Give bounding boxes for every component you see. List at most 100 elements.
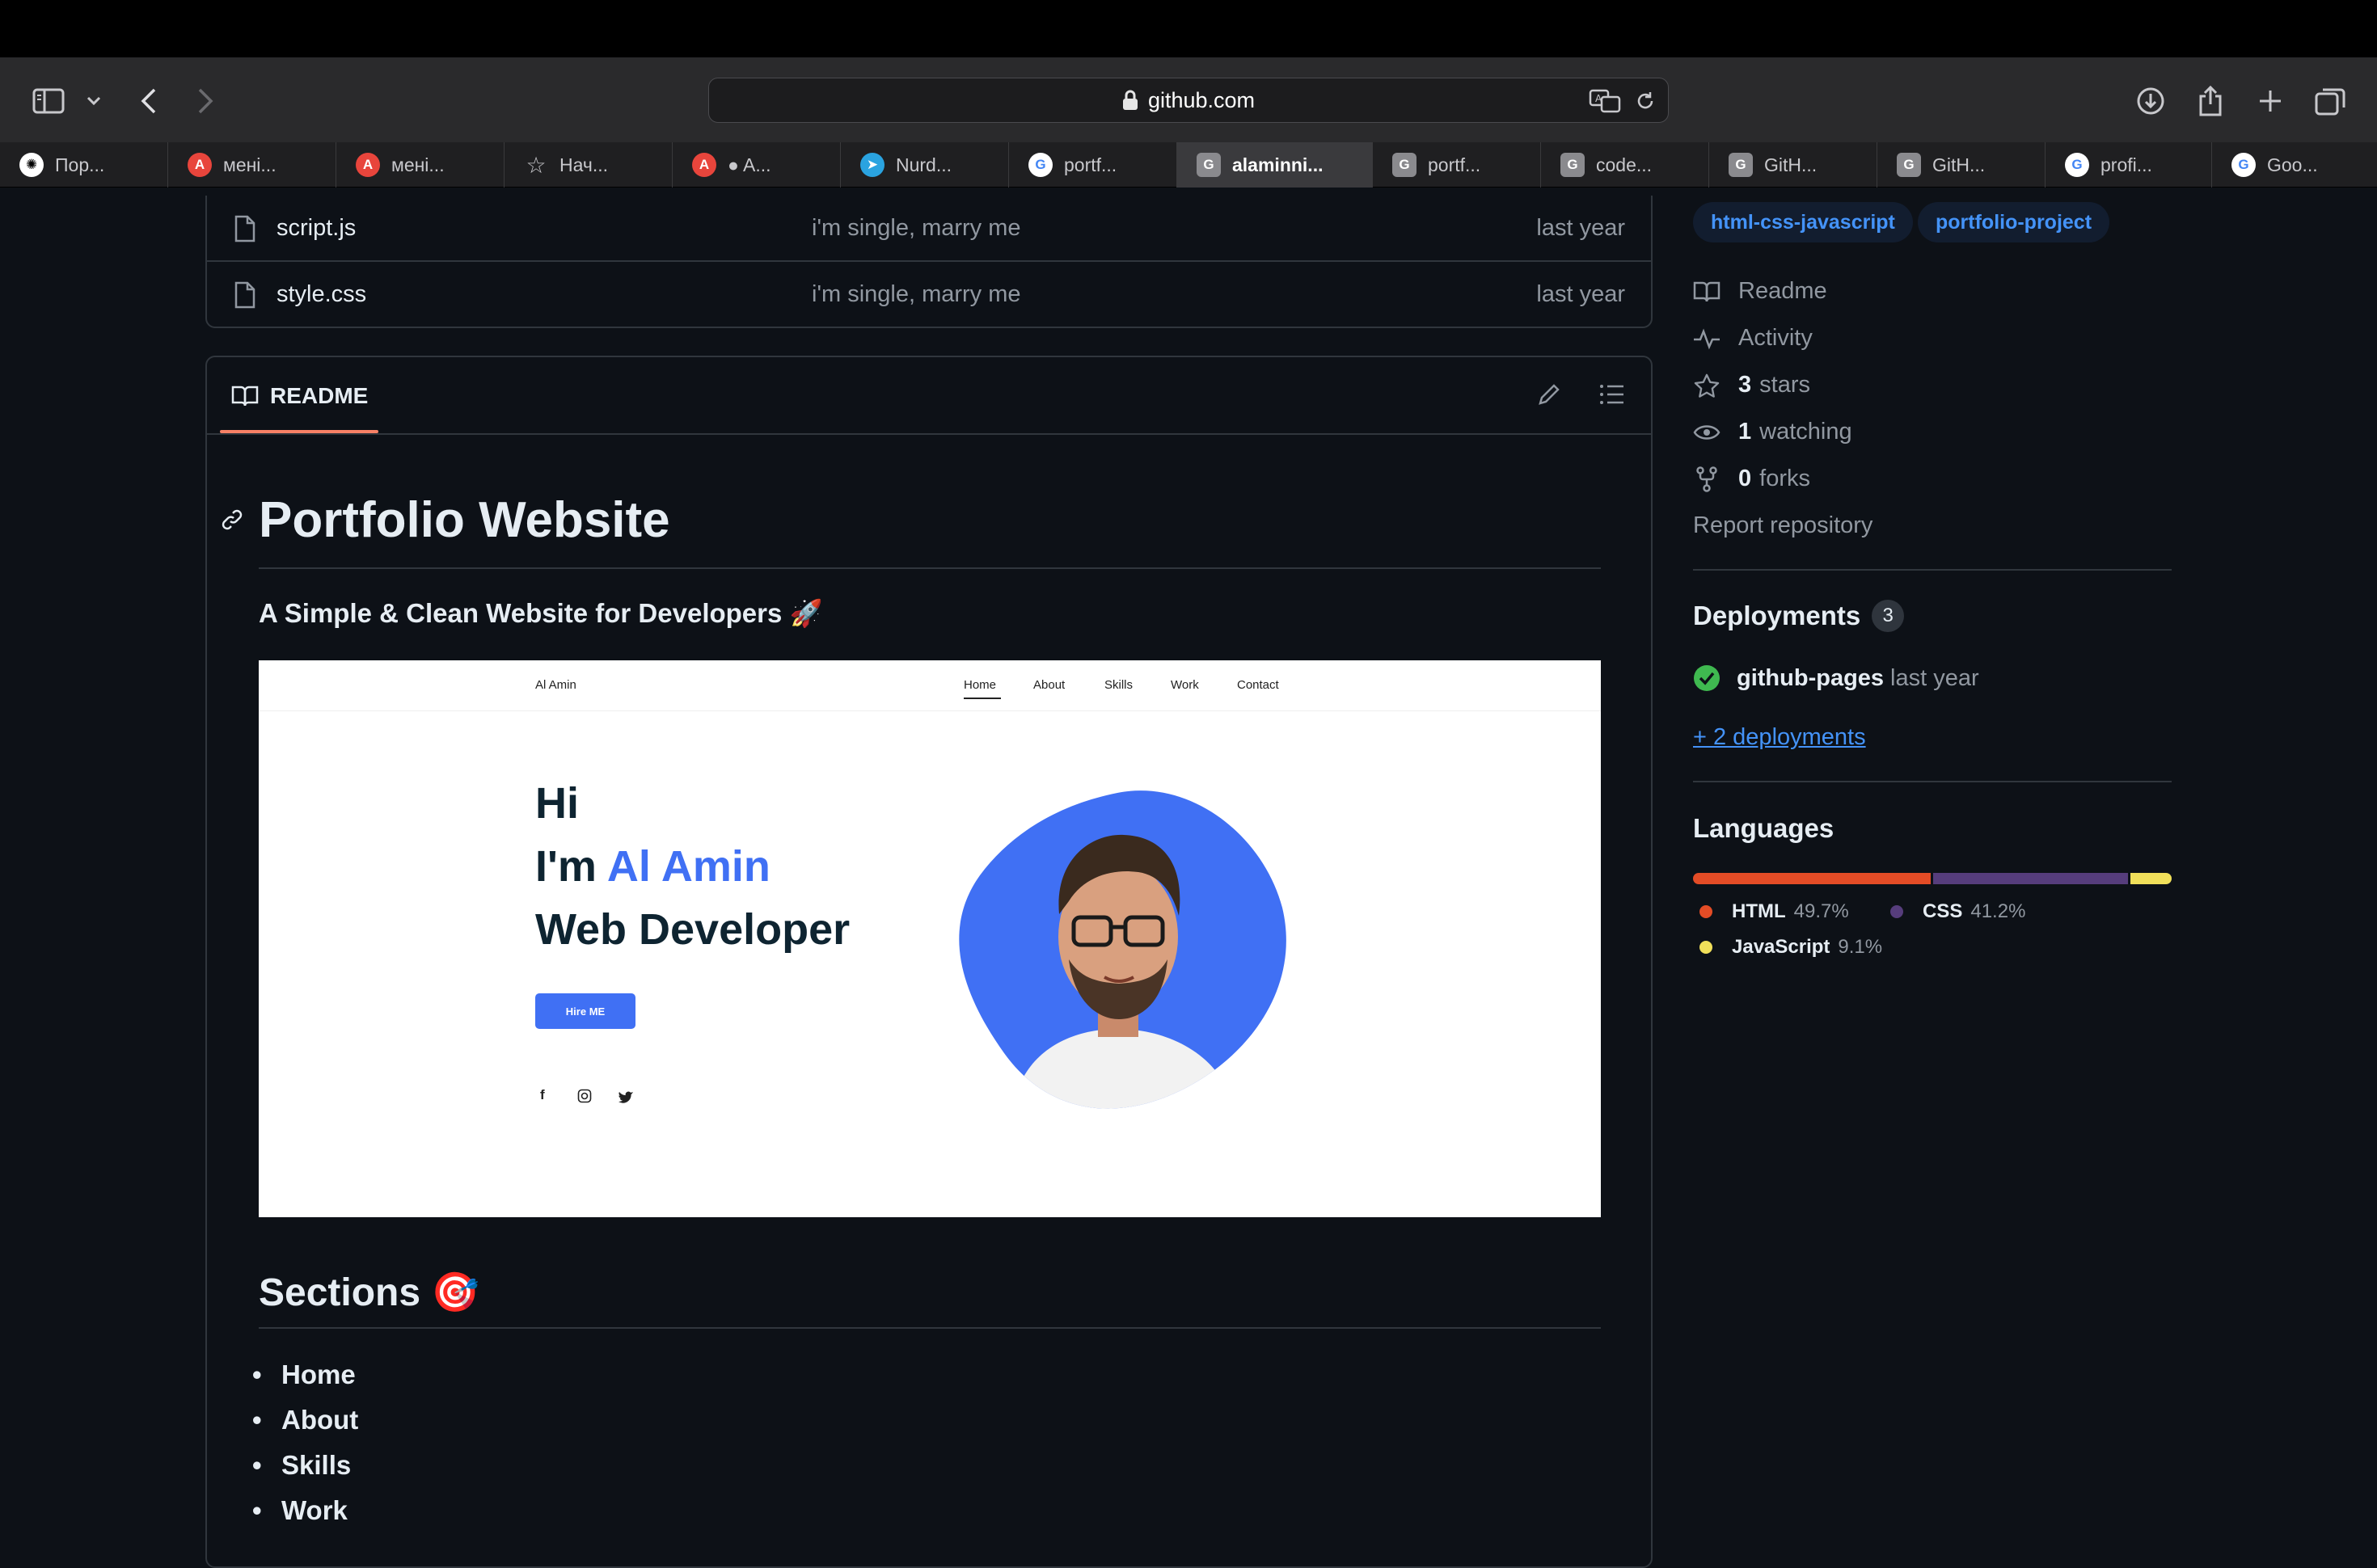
topic-tag[interactable]: html-css-javascript: [1693, 202, 1913, 242]
readme-subtitle: A Simple & Clean Website for Developers …: [259, 598, 823, 628]
tab-label: GitH...: [1932, 154, 1986, 175]
g-icon: G: [1392, 153, 1416, 177]
tab-5[interactable]: A ● A...: [673, 142, 841, 188]
tab-overview-icon[interactable]: [2312, 83, 2348, 119]
tab-label: Goo...: [2267, 154, 2318, 175]
divider: [1693, 781, 2172, 782]
tab-label: portf...: [1428, 154, 1481, 175]
language-dot: [1699, 941, 1712, 954]
commit-message[interactable]: i'm single, marry me: [812, 281, 1021, 308]
translate-icon[interactable]: A: [1589, 89, 1621, 113]
language-bar: [1693, 873, 2172, 884]
tab-10[interactable]: G code...: [1541, 142, 1709, 188]
language-bar-segment-javascript: [2128, 873, 2172, 884]
g-icon: G: [1897, 153, 1921, 177]
list-item: Work: [252, 1495, 348, 1526]
activity-link-label: Activity: [1738, 325, 1813, 351]
preview-hire-button: Hire ME: [535, 993, 635, 1029]
language-name: JavaScript: [1732, 936, 1830, 958]
preview-nav-skills: Skills: [1104, 678, 1134, 692]
website-preview-image[interactable]: Al Amin Home About Skills Work Contact H…: [259, 660, 1601, 1217]
topic-tag[interactable]: portfolio-project: [1918, 202, 2110, 242]
download-icon[interactable]: [2133, 83, 2168, 119]
tab-7[interactable]: G portf...: [1009, 142, 1177, 188]
tab-13[interactable]: G profi...: [2046, 142, 2212, 188]
language-item-css[interactable]: CSS 41.2%: [1890, 900, 2025, 923]
tab-label: мені...: [391, 154, 445, 175]
language-dot: [1890, 905, 1903, 918]
tab-12[interactable]: G GitH...: [1877, 142, 2046, 188]
preview-nav-home: Home: [964, 678, 997, 692]
list-item: About: [252, 1405, 358, 1435]
back-icon[interactable]: [131, 83, 167, 119]
language-item-javascript[interactable]: JavaScript 9.1%: [1699, 936, 1882, 959]
file-row[interactable]: script.js i'm single, marry me last year: [205, 196, 1653, 262]
forks-link[interactable]: 0 forks: [1693, 466, 1810, 492]
anchor-link-icon[interactable]: [220, 508, 244, 532]
preview-intro: I'm Al Amin: [535, 841, 771, 891]
deployments-header[interactable]: Deployments 3: [1693, 600, 1905, 632]
divider: [259, 567, 1601, 569]
divider: [259, 1327, 1601, 1329]
deployments-heading: Deployments: [1693, 601, 1861, 630]
edit-pencil-icon[interactable]: [1536, 381, 1562, 407]
report-repository-link[interactable]: Report repository: [1693, 512, 1872, 539]
app-icon: A: [356, 153, 380, 177]
preview-nav-divider: [259, 710, 1601, 711]
tab-2[interactable]: A мені...: [168, 142, 336, 188]
list-item: Skills: [252, 1450, 351, 1481]
tab-6[interactable]: ➤ Nurd...: [841, 142, 1009, 188]
tab-label: Нач...: [559, 154, 609, 175]
forks-label: forks: [1759, 466, 1810, 491]
star-icon: [1694, 373, 1720, 398]
language-percent: 9.1%: [1838, 936, 1883, 958]
file-row[interactable]: style.css i'm single, marry me last year: [205, 262, 1653, 328]
tab-readme[interactable]: README: [231, 383, 368, 409]
tab-3[interactable]: A мені...: [336, 142, 505, 188]
profile-blob-photo: [959, 790, 1286, 1109]
tab-label: GitH...: [1764, 154, 1818, 175]
preview-role: Web Developer: [535, 905, 851, 954]
readme-link[interactable]: Readme: [1693, 278, 1827, 305]
tab-1[interactable]: ✺ Пор...: [0, 142, 168, 188]
preview-nav-work: Work: [1171, 678, 1199, 692]
watching-link[interactable]: 1 watching: [1693, 419, 1852, 445]
forward-icon[interactable]: [188, 83, 223, 119]
tab-4[interactable]: ☆ Нач...: [505, 142, 673, 188]
tab-9[interactable]: G portf...: [1373, 142, 1541, 188]
tab-14[interactable]: G Goo...: [2212, 142, 2377, 188]
activity-link[interactable]: Activity: [1693, 325, 1813, 352]
chevron-down-icon[interactable]: [76, 83, 112, 119]
tab-8-active[interactable]: G alaminni...: [1177, 142, 1373, 188]
address-bar[interactable]: github.com A: [708, 78, 1669, 123]
divider: [207, 433, 1651, 435]
new-tab-icon[interactable]: [2252, 83, 2288, 119]
readme-tab-label: README: [270, 383, 369, 408]
check-circle-icon: [1694, 665, 1720, 691]
tab-label: alaminni...: [1232, 154, 1324, 175]
deployment-item[interactable]: github-pages last year: [1693, 664, 1979, 692]
reload-icon[interactable]: [1634, 90, 1657, 112]
tab-11[interactable]: G GitH...: [1709, 142, 1877, 188]
g-icon: G: [1197, 153, 1221, 177]
sidebar-toggle-icon[interactable]: [31, 83, 66, 119]
eye-icon: [1693, 424, 1720, 440]
tab-label: portf...: [1064, 154, 1117, 175]
book-icon: [1693, 281, 1720, 301]
instagram-icon: [577, 1089, 592, 1103]
share-icon[interactable]: [2193, 83, 2228, 119]
more-deployments-link[interactable]: + 2 deployments: [1693, 724, 1866, 751]
twitter-icon: [619, 1091, 633, 1103]
tab-bar: ✺ Пор... A мені... A мені... ☆ Нач... A …: [0, 142, 2377, 188]
sections-heading: Sections 🎯: [259, 1271, 480, 1314]
language-item-html[interactable]: HTML 49.7%: [1699, 900, 1849, 923]
divider: [1693, 569, 2172, 571]
stars-count: 3: [1738, 372, 1752, 398]
readme-title: Portfolio Website: [259, 492, 670, 548]
stars-link[interactable]: 3 stars: [1693, 372, 1810, 398]
file-name[interactable]: script.js: [277, 215, 356, 242]
commit-message[interactable]: i'm single, marry me: [812, 215, 1021, 242]
outline-list-icon[interactable]: [1599, 383, 1625, 406]
file-name[interactable]: style.css: [277, 281, 366, 308]
preview-im: I'm: [535, 842, 597, 891]
